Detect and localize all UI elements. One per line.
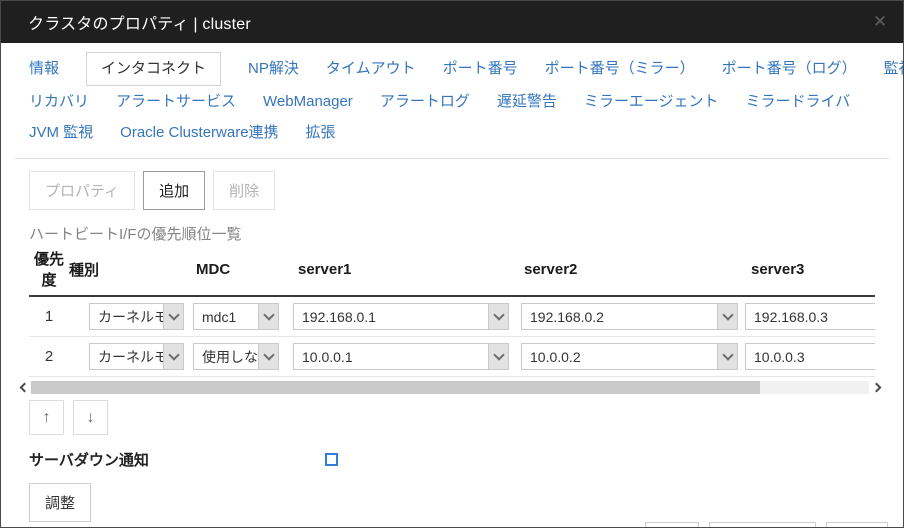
dialog-footer: OK キャンセル 適用 (1, 522, 903, 528)
type-select-row1-value: カーネルモ (90, 304, 163, 329)
tab-extension[interactable]: 拡張 (306, 123, 336, 143)
interconnect-toolbar: プロパティ 追加 削除 (29, 171, 875, 210)
tab-np-resolution[interactable]: NP解決 (248, 59, 299, 79)
tab-interconnect[interactable]: インタコネクト (86, 52, 221, 86)
tab-alert-service[interactable]: アラートサービス (116, 92, 236, 112)
chevron-down-icon[interactable] (488, 304, 508, 329)
column-header-server3: server3 (743, 261, 875, 278)
server2-select-row1-value: 192.168.0.2 (522, 304, 717, 329)
server-down-notify-checkbox[interactable] (325, 453, 338, 466)
tab-timeout[interactable]: タイムアウト (326, 59, 416, 79)
server2-select-row2-value: 10.0.0.2 (522, 344, 717, 369)
type-select-row2[interactable]: カーネルモ (89, 343, 184, 370)
move-up-button[interactable]: ↑ (29, 400, 64, 435)
tab-panel-interconnect: プロパティ 追加 削除 ハートビートI/Fの優先順位一覧 優先度 種別 MDC … (1, 159, 903, 522)
tab-alert-log[interactable]: アラートログ (380, 92, 470, 112)
tab-delay-warning[interactable]: 遅延警告 (497, 92, 557, 112)
server3-select-row1-value: 192.168.0.3 (746, 304, 875, 329)
tune-button[interactable]: 調整 (29, 483, 91, 522)
server1-select-row2[interactable]: 10.0.0.1 (293, 343, 509, 370)
column-header-mdc: MDC (189, 261, 289, 278)
apply-button[interactable]: 適用 (826, 522, 888, 528)
cancel-button[interactable]: キャンセル (709, 522, 816, 528)
reorder-buttons: ↑ ↓ (29, 400, 875, 435)
mdc-select-row1-value: mdc1 (194, 304, 258, 329)
tune-row: 調整 (29, 483, 875, 522)
scrollbar-thumb[interactable] (31, 381, 760, 394)
tab-bar: 情報 インタコネクト NP解決 タイムアウト ポート番号 ポート番号（ミラー） … (15, 43, 889, 159)
chevron-down-icon[interactable] (163, 344, 183, 369)
properties-button[interactable]: プロパティ (29, 171, 135, 210)
scrollbar-track[interactable] (31, 381, 869, 394)
remove-button[interactable]: 削除 (213, 171, 275, 210)
tab-monitor[interactable]: 監視 (884, 59, 904, 79)
heartbeat-priority-list-label: ハートビートI/Fの優先順位一覧 (29, 223, 875, 244)
column-header-server2: server2 (517, 261, 743, 278)
type-select-row1[interactable]: カーネルモ (89, 303, 184, 330)
mdc-select-row2[interactable]: 使用しない (193, 343, 279, 370)
tab-port-number-mirror[interactable]: ポート番号（ミラー） (545, 59, 695, 79)
chevron-down-icon[interactable] (258, 344, 278, 369)
tab-oracle-clusterware[interactable]: Oracle Clusterware連携 (120, 123, 278, 143)
tab-mirror-agent[interactable]: ミラーエージェント (584, 92, 719, 112)
tab-row-1: 情報 インタコネクト NP解決 タイムアウト ポート番号 ポート番号（ミラー） … (29, 52, 875, 86)
tab-info[interactable]: 情報 (29, 59, 59, 79)
scroll-right-icon[interactable] (869, 381, 885, 394)
cluster-properties-dialog: クラスタのプロパティ | cluster ✕ 情報 インタコネクト NP解決 タ… (0, 0, 904, 528)
server1-select-row1-value: 192.168.0.1 (294, 304, 488, 329)
server1-select-row1[interactable]: 192.168.0.1 (293, 303, 509, 330)
server2-select-row2[interactable]: 10.0.0.2 (521, 343, 738, 370)
chevron-down-icon[interactable] (717, 344, 737, 369)
heartbeat-row-1: 1 カーネルモ mdc1 192.168.0.1 (29, 297, 875, 337)
tab-jvm-monitor[interactable]: JVM 監視 (29, 123, 93, 143)
priority-value: 1 (29, 308, 69, 325)
arrow-up-icon: ↑ (43, 409, 51, 427)
chevron-down-icon[interactable] (488, 344, 508, 369)
server1-select-row2-value: 10.0.0.1 (294, 344, 488, 369)
heartbeat-row-2: 2 カーネルモ 使用しない 10.0.0.1 (29, 337, 875, 377)
tab-webmanager[interactable]: WebManager (263, 92, 353, 112)
arrow-down-icon: ↓ (87, 409, 95, 427)
ok-button[interactable]: OK (645, 522, 699, 528)
server2-select-row1[interactable]: 192.168.0.2 (521, 303, 738, 330)
dialog-title: クラスタのプロパティ | cluster (28, 10, 251, 34)
scroll-left-icon[interactable] (15, 381, 31, 394)
horizontal-scrollbar[interactable] (15, 381, 885, 394)
mdc-select-row2-value: 使用しない (194, 344, 258, 369)
server3-select-row1[interactable]: 192.168.0.3 (745, 303, 875, 330)
tab-mirror-driver[interactable]: ミラードライバ (746, 92, 851, 112)
tab-port-number[interactable]: ポート番号 (443, 59, 518, 79)
add-button[interactable]: 追加 (143, 171, 205, 210)
tab-recovery[interactable]: リカバリ (29, 92, 89, 112)
server-down-notify-label: サーバダウン通知 (29, 449, 325, 470)
column-header-priority: 優先度 (29, 248, 69, 290)
tab-port-number-log[interactable]: ポート番号（ログ） (722, 59, 857, 79)
dialog-titlebar: クラスタのプロパティ | cluster ✕ (1, 1, 903, 43)
column-header-server1: server1 (289, 261, 517, 278)
move-down-button[interactable]: ↓ (73, 400, 108, 435)
server-down-notify-row: サーバダウン通知 (29, 449, 875, 470)
close-icon[interactable]: ✕ (857, 1, 903, 43)
heartbeat-table: 優先度 種別 MDC server1 server2 server3 1 カーネ… (29, 248, 875, 377)
tab-row-2: リカバリ アラートサービス WebManager アラートログ 遅延警告 ミラー… (29, 86, 875, 117)
chevron-down-icon[interactable] (258, 304, 278, 329)
server3-select-row2-value: 10.0.0.3 (746, 344, 875, 369)
column-header-type: 種別 (69, 259, 189, 280)
tab-row-3: JVM 監視 Oracle Clusterware連携 拡張 (29, 117, 875, 148)
type-select-row2-value: カーネルモ (90, 344, 163, 369)
priority-value: 2 (29, 348, 69, 365)
chevron-down-icon[interactable] (163, 304, 183, 329)
chevron-down-icon[interactable] (717, 304, 737, 329)
server3-select-row2[interactable]: 10.0.0.3 (745, 343, 875, 370)
mdc-select-row1[interactable]: mdc1 (193, 303, 279, 330)
heartbeat-table-header: 優先度 種別 MDC server1 server2 server3 (29, 248, 875, 297)
